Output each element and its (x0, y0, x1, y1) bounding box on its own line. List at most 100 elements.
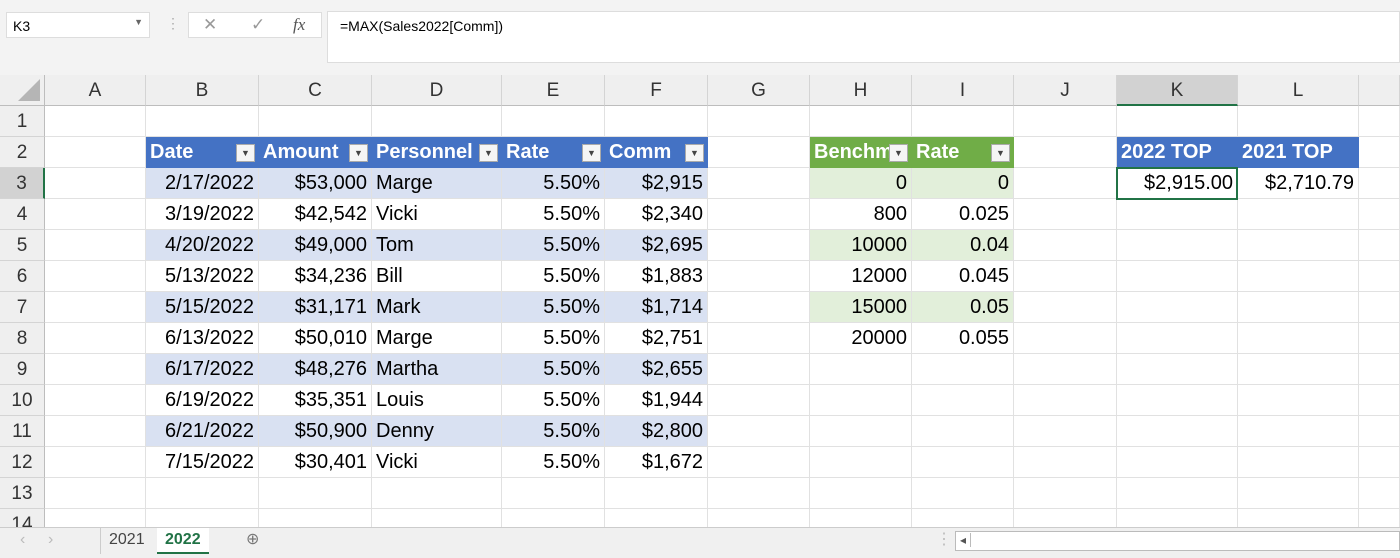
column-header-H[interactable]: H (810, 75, 912, 106)
cell[interactable] (502, 509, 605, 527)
filter-dropdown-icon[interactable]: ▼ (685, 144, 704, 162)
sales-cell[interactable]: $30,401 (259, 447, 372, 478)
sales-cell[interactable]: Marge (372, 168, 502, 199)
cell[interactable] (372, 478, 502, 509)
cell[interactable] (605, 509, 708, 527)
filter-dropdown-icon[interactable]: ▼ (889, 144, 908, 162)
bench-cell[interactable]: 0 (912, 168, 1014, 199)
top-header-1[interactable]: 2021 TOP (1238, 137, 1359, 168)
bench-cell[interactable]: 12000 (810, 261, 912, 292)
bench-cell[interactable]: 0.025 (912, 199, 1014, 230)
cell[interactable] (45, 137, 146, 168)
sales-cell[interactable]: $1,944 (605, 385, 708, 416)
chevron-down-icon[interactable]: ▼ (134, 17, 143, 27)
cell[interactable] (708, 106, 810, 137)
cell[interactable] (1238, 385, 1359, 416)
bench-cell[interactable]: 0.05 (912, 292, 1014, 323)
row-header-3[interactable]: 3 (0, 168, 45, 199)
sales-cell[interactable]: 5.50% (502, 230, 605, 261)
cell[interactable] (810, 509, 912, 527)
sales-cell[interactable]: Bill (372, 261, 502, 292)
cell[interactable] (45, 416, 146, 447)
column-header-C[interactable]: C (259, 75, 372, 106)
top-header-0[interactable]: 2022 TOP (1117, 137, 1238, 168)
sales-cell[interactable]: Vicki (372, 447, 502, 478)
sales-cell[interactable]: 5.50% (502, 199, 605, 230)
cell[interactable] (1014, 447, 1117, 478)
row-header-14[interactable]: 14 (0, 509, 45, 527)
column-header-K[interactable]: K (1117, 75, 1238, 106)
cell[interactable] (1238, 261, 1359, 292)
cell[interactable] (1014, 416, 1117, 447)
sales-cell[interactable]: $31,171 (259, 292, 372, 323)
sales-cell[interactable]: $50,010 (259, 323, 372, 354)
cell[interactable] (1238, 230, 1359, 261)
column-header-I[interactable]: I (912, 75, 1014, 106)
scroll-right-icon[interactable]: › (40, 528, 61, 554)
cancel-icon[interactable]: ✕ (203, 15, 217, 35)
cell[interactable] (146, 106, 259, 137)
bench-cell[interactable]: 0.04 (912, 230, 1014, 261)
cell[interactable] (502, 478, 605, 509)
sales-cell[interactable]: 4/20/2022 (146, 230, 259, 261)
row-header-6[interactable]: 6 (0, 261, 45, 292)
sales-cell[interactable]: 5/15/2022 (146, 292, 259, 323)
bench-cell[interactable]: 800 (810, 199, 912, 230)
cell[interactable] (912, 354, 1014, 385)
cell[interactable] (605, 478, 708, 509)
sales-cell[interactable]: 7/15/2022 (146, 447, 259, 478)
row-header-11[interactable]: 11 (0, 416, 45, 447)
horizontal-scrollbar[interactable]: ◂ (955, 531, 1400, 551)
cell[interactable] (1014, 354, 1117, 385)
cell[interactable] (45, 323, 146, 354)
cell[interactable] (45, 478, 146, 509)
cell[interactable] (502, 106, 605, 137)
column-header-E[interactable]: E (502, 75, 605, 106)
cell[interactable] (1014, 230, 1117, 261)
bench-cell[interactable]: 0.055 (912, 323, 1014, 354)
column-header-D[interactable]: D (372, 75, 502, 106)
cell[interactable] (45, 168, 146, 199)
bench-cell[interactable]: 15000 (810, 292, 912, 323)
sales-cell[interactable]: $48,276 (259, 354, 372, 385)
cell[interactable] (708, 261, 810, 292)
bench-header-benchm[interactable]: Benchm ▼ (810, 137, 912, 168)
cell[interactable] (1117, 447, 1238, 478)
cell[interactable] (45, 292, 146, 323)
cell[interactable] (1238, 292, 1359, 323)
sales-cell[interactable]: Tom (372, 230, 502, 261)
cell[interactable] (1238, 478, 1359, 509)
sales-cell[interactable]: Vicki (372, 199, 502, 230)
cell[interactable] (1359, 137, 1400, 168)
cell[interactable] (1117, 385, 1238, 416)
sales-cell[interactable]: $53,000 (259, 168, 372, 199)
cell[interactable] (912, 106, 1014, 137)
cell[interactable] (810, 106, 912, 137)
cell[interactable] (1117, 230, 1238, 261)
sales-cell[interactable]: 5.50% (502, 323, 605, 354)
sales-cell[interactable]: 5.50% (502, 416, 605, 447)
sales-cell[interactable]: $2,751 (605, 323, 708, 354)
column-header-G[interactable]: G (708, 75, 810, 106)
filter-dropdown-icon[interactable]: ▼ (349, 144, 368, 162)
row-header-12[interactable]: 12 (0, 447, 45, 478)
sales-cell[interactable]: Louis (372, 385, 502, 416)
cell[interactable] (708, 292, 810, 323)
name-box[interactable]: K3 ▼ (6, 12, 150, 38)
column-header-A[interactable]: A (45, 75, 146, 106)
column-header-F[interactable]: F (605, 75, 708, 106)
cell[interactable] (1117, 354, 1238, 385)
cell[interactable] (1359, 230, 1400, 261)
cell[interactable] (1014, 106, 1117, 137)
cell[interactable] (1238, 323, 1359, 354)
cell[interactable] (1014, 137, 1117, 168)
sheet-tab-2021[interactable]: 2021 (100, 528, 153, 554)
sheet-tab-2022[interactable]: 2022 (157, 528, 209, 554)
cell[interactable] (1014, 292, 1117, 323)
bench-cell[interactable]: 0.045 (912, 261, 1014, 292)
sales-cell[interactable]: $1,714 (605, 292, 708, 323)
sales-header-rate[interactable]: Rate ▼ (502, 137, 605, 168)
cell[interactable] (912, 509, 1014, 527)
cell[interactable] (45, 199, 146, 230)
sales-cell[interactable]: 6/13/2022 (146, 323, 259, 354)
